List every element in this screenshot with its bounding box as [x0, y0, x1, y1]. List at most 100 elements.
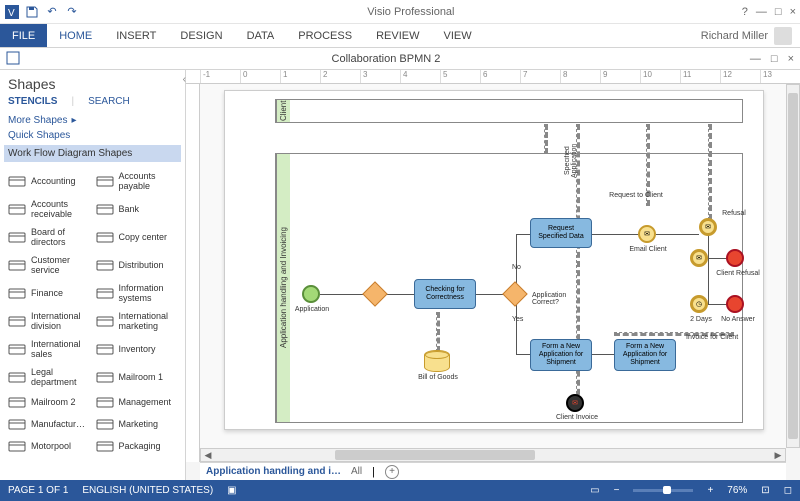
- label-yes: Yes: [512, 316, 523, 323]
- task-request[interactable]: Request Specified Data: [530, 218, 592, 248]
- task-check[interactable]: Checking for Correctness: [414, 279, 476, 309]
- presentation-icon[interactable]: ▭: [590, 485, 599, 496]
- pool-main[interactable]: Application handling and Invoicing: [275, 153, 743, 423]
- fit-page-icon[interactable]: ⊡: [761, 485, 769, 496]
- stencil-truck[interactable]: Distribution: [96, 252, 178, 278]
- tab-file[interactable]: FILE: [0, 24, 47, 47]
- pipe: |: [372, 466, 375, 478]
- stencil-gears[interactable]: Manufactur…: [8, 414, 90, 434]
- zoom-slider[interactable]: [633, 489, 693, 492]
- scrollbar-vertical[interactable]: [786, 84, 800, 448]
- stencil-copier[interactable]: Copy center: [96, 224, 178, 250]
- add-page-button[interactable]: +: [385, 465, 399, 479]
- quick-shapes-link[interactable]: Quick Shapes: [8, 130, 177, 141]
- tab-stencils[interactable]: STENCILS: [8, 96, 57, 107]
- stencil-headset[interactable]: Customer service: [8, 252, 90, 278]
- page-tabs: Application handling and i… All | +: [200, 462, 786, 480]
- stencil-mail2[interactable]: Mailroom 2: [8, 392, 90, 412]
- pool-client[interactable]: Client: [275, 99, 743, 123]
- zoom-out-button[interactable]: −: [614, 485, 620, 496]
- ruler-mark: 10: [640, 70, 680, 83]
- tab-design[interactable]: DESIGN: [168, 24, 234, 47]
- boxes-icon: [96, 342, 114, 356]
- slider-thumb[interactable]: [663, 486, 671, 494]
- stencil-globe-s[interactable]: International sales: [8, 336, 90, 362]
- event-timer[interactable]: ◷: [690, 295, 708, 313]
- stencil-label: Accounting: [31, 176, 76, 186]
- ruler-mark: 6: [480, 70, 520, 83]
- stencil-boxes[interactable]: Inventory: [96, 336, 178, 362]
- stencil-gavel[interactable]: Legal department: [8, 364, 90, 390]
- tab-insert[interactable]: INSERT: [104, 24, 168, 47]
- user-info[interactable]: Richard Miller: [701, 27, 800, 45]
- gateway-1[interactable]: [362, 281, 387, 306]
- zoom-in-button[interactable]: +: [707, 485, 713, 496]
- doc-minimize-icon[interactable]: —: [750, 53, 761, 65]
- scroll-thumb[interactable]: [335, 450, 535, 460]
- tab-process[interactable]: PROCESS: [286, 24, 364, 47]
- stencil-mail[interactable]: Mailroom 1: [96, 364, 178, 390]
- redo-icon[interactable]: ↷: [64, 4, 80, 20]
- task-form1[interactable]: Form a New Application for Shipment: [530, 339, 592, 371]
- invoice-icon: [96, 174, 114, 188]
- stencil-box[interactable]: Packaging: [96, 436, 178, 456]
- task-form2[interactable]: Form a New Application for Shipment: [614, 339, 676, 371]
- gateway-correct[interactable]: [502, 281, 527, 306]
- event-intermediate[interactable]: ✉: [699, 218, 717, 236]
- fullscreen-icon[interactable]: ◻: [784, 485, 792, 496]
- end-noanswer[interactable]: [726, 295, 744, 313]
- tab-data[interactable]: DATA: [235, 24, 287, 47]
- tab-view[interactable]: VIEW: [431, 24, 483, 47]
- stencil-cash[interactable]: Accounts receivable: [8, 196, 90, 222]
- stencil-org[interactable]: Management: [96, 392, 178, 412]
- event-refusal-msg[interactable]: ✉: [690, 249, 708, 267]
- stencil-megaphone[interactable]: Marketing: [96, 414, 178, 434]
- shapes-category-active[interactable]: Work Flow Diagram Shapes: [4, 145, 181, 162]
- drawing-page[interactable]: Client Application handling and Invoicin…: [224, 90, 764, 430]
- end-invoice[interactable]: ✉: [566, 394, 584, 412]
- help-icon[interactable]: ?: [742, 6, 748, 18]
- scroll-right-icon[interactable]: ▶: [771, 449, 785, 461]
- record-macro-icon[interactable]: ▣: [227, 485, 236, 496]
- data-store[interactable]: [424, 350, 450, 372]
- canvas[interactable]: Client Application handling and Invoicin…: [200, 84, 786, 448]
- stencil-car[interactable]: Motorpool: [8, 436, 90, 456]
- ruler-vertical: [186, 84, 200, 462]
- tab-search[interactable]: SEARCH: [88, 96, 130, 107]
- label-invoice: Invoice for Client: [686, 334, 746, 341]
- copier-icon: [96, 230, 114, 244]
- chevron-right-icon: ▸: [71, 115, 76, 126]
- event-email[interactable]: ✉: [638, 225, 656, 243]
- stencil-server[interactable]: Information systems: [96, 280, 178, 306]
- minimize-icon[interactable]: —: [756, 6, 767, 18]
- doc-close-icon[interactable]: ×: [788, 53, 794, 65]
- close-icon[interactable]: ×: [790, 6, 796, 18]
- stencil-globe-mk[interactable]: International marketing: [96, 308, 178, 334]
- stencil-bank[interactable]: Bank: [96, 196, 178, 222]
- maximize-icon[interactable]: □: [775, 6, 782, 18]
- page-tab-all[interactable]: All: [351, 466, 362, 477]
- tab-review[interactable]: REVIEW: [364, 24, 431, 47]
- stencil-globe[interactable]: International division: [8, 308, 90, 334]
- save-icon[interactable]: [24, 4, 40, 20]
- stencil-ledger[interactable]: Accounting: [8, 168, 90, 194]
- doc-maximize-icon[interactable]: □: [771, 53, 778, 65]
- scroll-left-icon[interactable]: ◀: [201, 449, 215, 461]
- page-tab-active[interactable]: Application handling and i…: [206, 466, 341, 477]
- end-refusal[interactable]: [726, 249, 744, 267]
- status-page[interactable]: PAGE 1 OF 1: [8, 485, 68, 496]
- stencil-label: Finance: [31, 288, 63, 298]
- tab-home[interactable]: HOME: [47, 24, 104, 47]
- scrollbar-horizontal[interactable]: ◀ ▶: [200, 448, 786, 462]
- stencil-people[interactable]: Board of directors: [8, 224, 90, 250]
- message-flow: [544, 124, 548, 154]
- stencil-label: Information systems: [119, 283, 178, 303]
- stencil-chart[interactable]: Finance: [8, 280, 90, 306]
- status-language[interactable]: ENGLISH (UNITED STATES): [82, 485, 213, 496]
- undo-icon[interactable]: ↶: [44, 4, 60, 20]
- zoom-level[interactable]: 76%: [727, 485, 747, 496]
- stencil-invoice[interactable]: Accounts payable: [96, 168, 178, 194]
- scroll-thumb[interactable]: [788, 93, 798, 439]
- start-event[interactable]: [302, 285, 320, 303]
- more-shapes-link[interactable]: More Shapes▸: [8, 115, 177, 126]
